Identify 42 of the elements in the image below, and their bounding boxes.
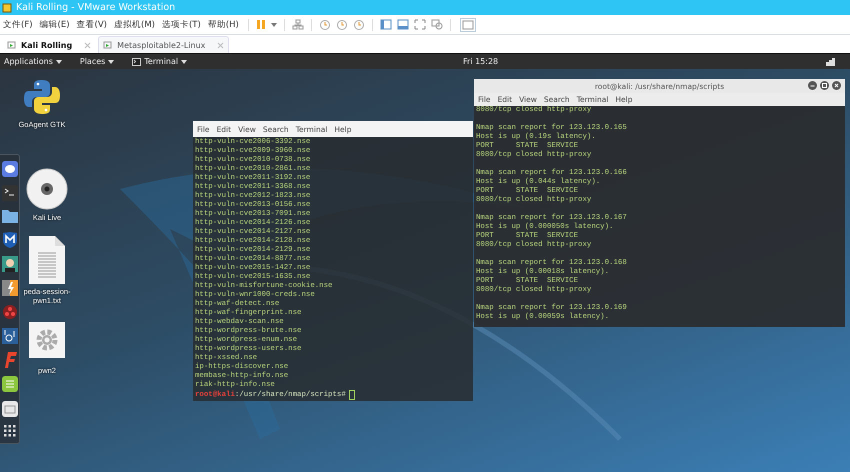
panel-menu[interactable]: Applications xyxy=(4,57,62,66)
menu-item[interactable]: 文件(F) xyxy=(3,18,33,30)
disc-icon[interactable] xyxy=(26,168,68,210)
flame-icon[interactable] xyxy=(2,352,16,368)
window-title: Kali Rolling - VMware Workstation xyxy=(16,2,176,13)
folder-icon[interactable] xyxy=(2,209,18,224)
text-file-icon[interactable] xyxy=(29,236,65,284)
vm-tab[interactable]: Metasploitable2-Linux xyxy=(98,36,230,53)
menu-item[interactable]: 虚拟机(M) xyxy=(114,18,155,30)
menu-item[interactable]: 选项卡(T) xyxy=(162,18,201,30)
panel-menu[interactable]: Terminal xyxy=(132,57,188,66)
menu-item[interactable]: 帮助(H) xyxy=(208,18,239,30)
sidebar-view-icon[interactable] xyxy=(380,19,392,30)
terminal-icon[interactable] xyxy=(2,185,18,202)
shield-icon[interactable] xyxy=(2,232,16,248)
window-view-icon[interactable] xyxy=(460,18,476,32)
menu-item[interactable]: 查看(V) xyxy=(76,18,107,30)
caret-icon[interactable] xyxy=(270,22,277,26)
clock[interactable]: Fri 15:28 xyxy=(463,57,498,66)
close-icon[interactable] xyxy=(832,81,841,90)
caret-icon xyxy=(56,60,62,64)
menu-item[interactable]: 编辑(E) xyxy=(40,18,70,30)
python-icon[interactable] xyxy=(22,77,62,117)
panel-menu[interactable]: Places xyxy=(80,57,114,66)
minimize-icon[interactable] xyxy=(808,81,817,90)
avatar-icon[interactable] xyxy=(2,256,18,272)
network-icon[interactable] xyxy=(826,58,835,66)
dots-app-icon[interactable] xyxy=(2,304,18,320)
caret-icon xyxy=(108,60,114,64)
console-view-icon[interactable] xyxy=(396,19,409,30)
fullscreen-icon[interactable] xyxy=(414,19,426,30)
app-icon xyxy=(2,2,12,12)
notes-icon[interactable] xyxy=(2,376,18,392)
caret-icon xyxy=(181,60,188,64)
lightning-icon[interactable] xyxy=(2,280,18,296)
maximize-icon[interactable] xyxy=(820,81,829,90)
text-cursor xyxy=(348,390,355,400)
vm-icon xyxy=(7,40,17,50)
terminal-icon xyxy=(132,58,142,66)
messenger-icon[interactable] xyxy=(2,161,18,178)
vm-icon xyxy=(103,40,114,50)
app-grid-icon[interactable] xyxy=(4,424,16,437)
